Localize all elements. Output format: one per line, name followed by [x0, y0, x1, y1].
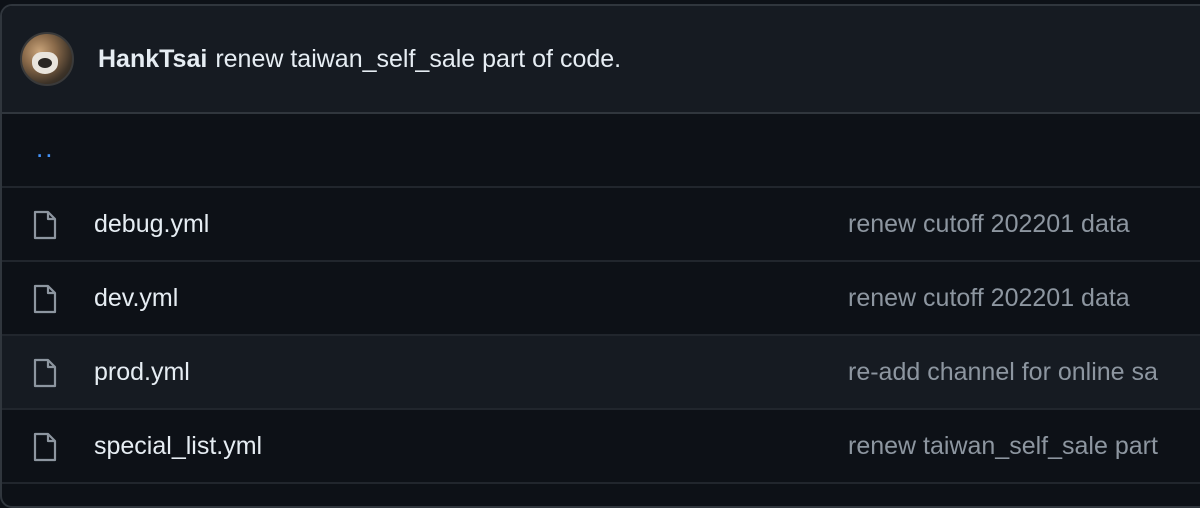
file-icon: [33, 358, 57, 388]
file-icon: [33, 432, 57, 462]
latest-commit-header: HankTsai renew taiwan_self_sale part of c…: [2, 6, 1200, 114]
commit-author[interactable]: HankTsai: [98, 45, 207, 73]
file-commit-message[interactable]: renew cutoff 202201 data: [848, 210, 1130, 239]
file-row[interactable]: prod.yml re-add channel for online sa: [2, 336, 1200, 410]
parent-directory-link[interactable]: ..: [36, 133, 54, 164]
file-row[interactable]: debug.yml renew cutoff 202201 data: [2, 188, 1200, 262]
file-browser-panel: HankTsai renew taiwan_self_sale part of c…: [0, 4, 1200, 508]
author-avatar[interactable]: [20, 32, 74, 86]
file-row[interactable]: dev.yml renew cutoff 202201 data: [2, 262, 1200, 336]
file-name[interactable]: dev.yml: [94, 284, 178, 313]
file-commit-message[interactable]: renew cutoff 202201 data: [848, 284, 1130, 313]
file-name[interactable]: prod.yml: [94, 358, 190, 387]
file-name[interactable]: special_list.yml: [94, 432, 262, 461]
file-icon: [33, 210, 57, 240]
parent-directory-row[interactable]: ..: [2, 114, 1200, 188]
file-row[interactable]: special_list.yml renew taiwan_self_sale …: [2, 410, 1200, 484]
file-commit-message[interactable]: re-add channel for online sa: [848, 358, 1158, 387]
file-name[interactable]: debug.yml: [94, 210, 209, 239]
file-icon: [33, 284, 57, 314]
commit-message[interactable]: renew taiwan_self_sale part of code.: [215, 45, 621, 73]
file-commit-message[interactable]: renew taiwan_self_sale part: [848, 432, 1158, 461]
commit-summary: HankTsai renew taiwan_self_sale part of c…: [98, 45, 621, 74]
